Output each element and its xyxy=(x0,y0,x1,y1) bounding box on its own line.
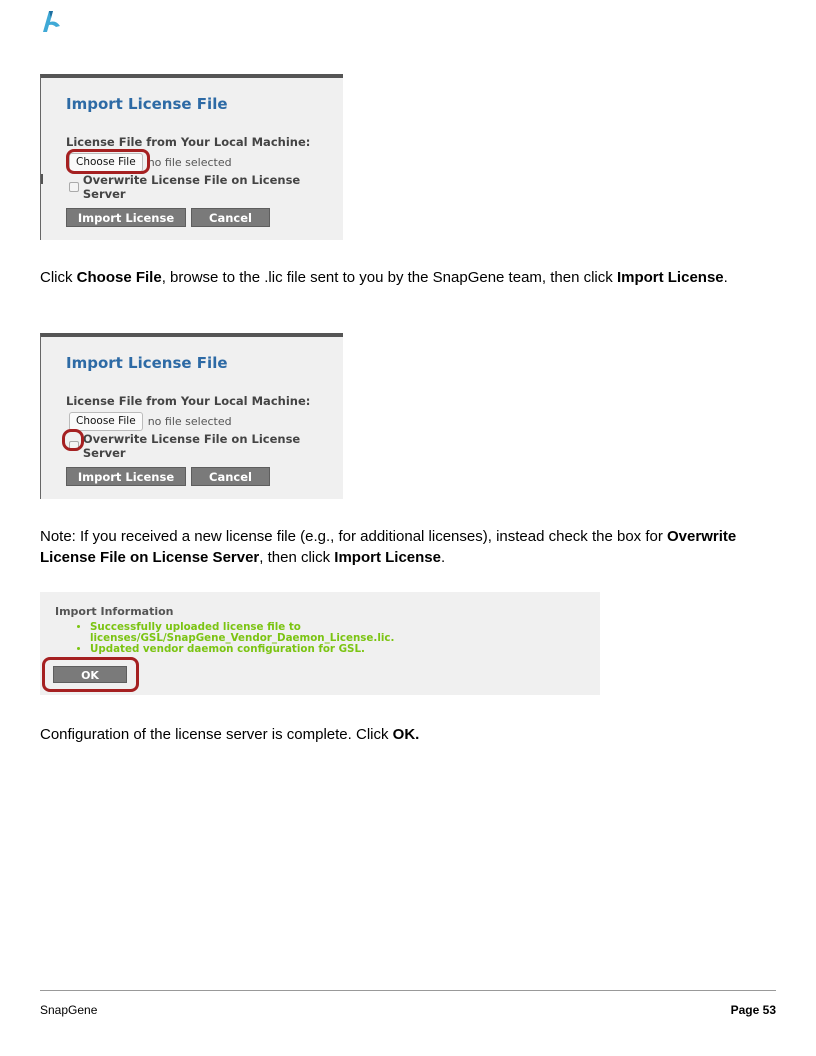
panel-title: Import License File xyxy=(66,95,228,113)
panel-buttons: Import License Cancel xyxy=(66,208,270,227)
highlight-ring xyxy=(42,657,139,692)
overwrite-checkbox[interactable] xyxy=(69,182,79,192)
page-number: Page 53 xyxy=(730,1003,776,1017)
choose-file-button[interactable]: Choose File xyxy=(69,411,143,431)
info-messages: Successfully uploaded license file to li… xyxy=(73,622,600,655)
instruction-paragraph-1: Click Choose File, browse to the .lic fi… xyxy=(40,269,728,286)
cancel-button[interactable]: Cancel xyxy=(191,467,270,486)
overwrite-checkbox-label: Overwrite License File on License Server xyxy=(82,173,301,201)
overwrite-option: Overwrite License File on License Server xyxy=(69,432,343,460)
panel-title: Import License File xyxy=(66,354,228,372)
file-status: no file selected xyxy=(147,155,232,169)
success-message: Updated vendor daemon configuration for … xyxy=(90,644,600,655)
import-information-panel: Import Information Successfully uploaded… xyxy=(40,592,600,695)
divider xyxy=(41,174,43,184)
import-license-panel: Import License File License File from Yo… xyxy=(40,74,343,240)
import-license-button[interactable]: Import License xyxy=(66,208,186,227)
success-message: Successfully uploaded license file to li… xyxy=(90,622,600,644)
highlight-ring xyxy=(62,429,84,451)
overwrite-checkbox-label: Overwrite License File on License Server xyxy=(82,432,301,460)
file-chooser: Choose File no file selected xyxy=(69,411,232,431)
file-field-label: License File from Your Local Machine: xyxy=(66,394,311,408)
file-field-label: License File from Your Local Machine: xyxy=(66,135,311,149)
import-license-button[interactable]: Import License xyxy=(66,467,186,486)
cancel-button[interactable]: Cancel xyxy=(191,208,270,227)
import-license-panel: Import License File License File from Yo… xyxy=(40,333,343,499)
overwrite-option: Overwrite License File on License Server xyxy=(69,173,343,201)
snapgene-logo-icon xyxy=(43,11,60,32)
info-title: Import Information xyxy=(55,605,174,618)
highlight-ring xyxy=(66,149,150,174)
file-status: no file selected xyxy=(147,414,232,428)
instruction-paragraph-2: Note: If you received a new license file… xyxy=(40,528,737,566)
footer-brand: SnapGene xyxy=(40,1003,98,1017)
instruction-paragraph-3: Configuration of the license server is c… xyxy=(40,726,420,743)
footer-divider xyxy=(40,990,776,991)
panel-buttons: Import License Cancel xyxy=(66,467,270,486)
